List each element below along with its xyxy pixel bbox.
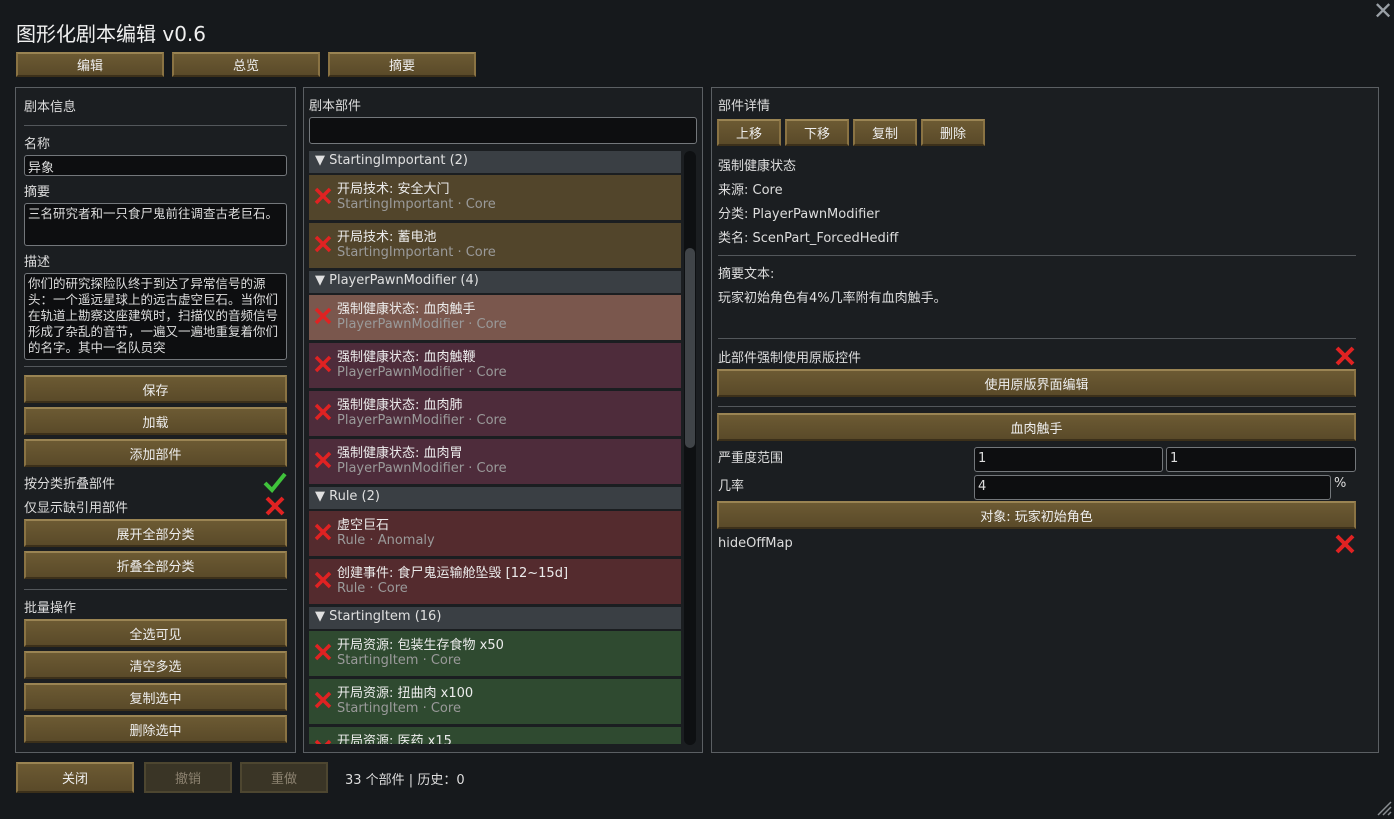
scrollbar-thumb[interactable] [685,248,695,448]
copy-selected-button[interactable]: 复制选中 [24,683,287,711]
window-title: 图形化剧本编辑 v0.6 [16,22,206,46]
hide-off-map-label: hideOffMap [718,536,793,551]
part-category: 分类: PlayerPawnModifier [718,207,880,222]
batch-title: 批量操作 [24,601,77,616]
details-title: 部件详情 [718,99,771,114]
clear-multi-button[interactable]: 清空多选 [24,651,287,679]
only-missing-label: 仅显示缺引用部件 [24,501,129,516]
save-button[interactable]: 保存 [24,375,287,403]
close-button[interactable]: 关闭 [16,762,134,793]
status-text: 33 个部件 | 历史：0 [345,773,465,788]
summary-text-label: 摘要文本: [718,267,775,282]
copy-button[interactable]: 复制 [853,119,917,146]
severity-min-field[interactable]: 1 [974,447,1163,472]
move-down-button[interactable]: 下移 [785,119,849,146]
undo-button[interactable]: 撤销 [144,762,232,793]
add-part-button[interactable]: 添加部件 [24,439,287,467]
checkmark-icon[interactable] [263,471,287,493]
delete-selected-button[interactable]: 删除选中 [24,715,287,743]
name-field[interactable]: 异象 [24,155,287,176]
part-name: 强制健康状态 [718,159,797,174]
fold-by-category-label: 按分类折叠部件 [24,477,116,492]
summary-textarea[interactable]: 三名研究者和一只食尸鬼前往调查古老巨石。 [24,203,287,246]
select-visible-button[interactable]: 全选可见 [24,619,287,647]
load-button[interactable]: 加载 [24,407,287,435]
delete-button[interactable]: 删除 [921,119,985,146]
scenario-editor-window: { "window": {"title": "图形化剧本编辑 v0.6", "c… [0,0,1394,819]
name-label: 名称 [24,137,51,152]
parts-title: 剧本部件 [309,99,362,114]
cross-icon[interactable] [264,495,286,517]
resize-grip-icon[interactable] [1376,800,1392,816]
close-icon[interactable]: ✕ [1372,0,1394,24]
severity-label: 严重度范围 [718,451,784,466]
cross-icon[interactable] [1334,345,1356,367]
chance-unit: % [1334,476,1347,491]
scenario-info-title: 剧本信息 [24,100,77,115]
description-label: 描述 [24,255,51,270]
redo-button[interactable]: 重做 [240,762,328,793]
part-class: 类名: ScenPart_ForcedHediff [718,231,899,246]
tab-summary[interactable]: 摘要 [328,52,476,77]
chance-field[interactable]: 4 [974,475,1331,500]
collapse-all-button[interactable]: 折叠全部分类 [24,551,287,579]
vanilla-label: 此部件强制使用原版控件 [718,351,862,366]
vanilla-edit-button[interactable]: 使用原版界面编辑 [717,369,1356,397]
move-up-button[interactable]: 上移 [717,119,781,146]
summary-text: 玩家初始角色有4%几率附有血肉触手。 [718,291,947,306]
expand-all-button[interactable]: 展开全部分类 [24,519,287,547]
severity-max-field[interactable]: 1 [1166,447,1356,472]
chance-label: 几率 [718,479,745,494]
parts-panel [303,87,703,753]
target-button[interactable]: 对象: 玩家初始角色 [717,501,1356,529]
tab-edit[interactable]: 编辑 [16,52,164,77]
scrollbar-track[interactable] [684,151,696,745]
part-source: 来源: Core [718,183,783,198]
hediff-select-button[interactable]: 血肉触手 [717,413,1356,441]
cross-icon[interactable] [1334,533,1356,555]
search-input[interactable] [309,117,697,144]
summary-label: 摘要 [24,185,51,200]
description-textarea[interactable]: 你们的研究探险队终于到达了异常信号的源头：一个遥远星球上的远古虚空巨石。当你们在… [24,273,287,360]
tab-overview[interactable]: 总览 [172,52,320,77]
